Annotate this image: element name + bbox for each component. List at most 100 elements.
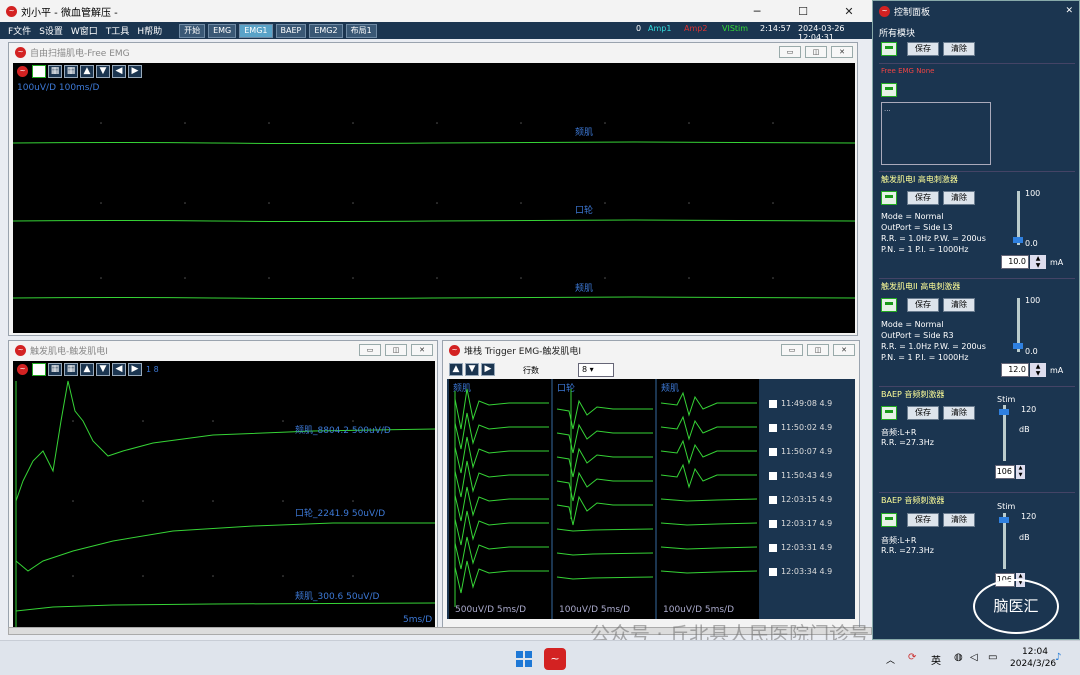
baep-button[interactable]: BAEP xyxy=(275,23,307,38)
app-taskbar-icon[interactable]: ~ xyxy=(544,648,566,670)
entry-checkbox[interactable] xyxy=(769,567,777,576)
stacked-emg-close-button[interactable]: ✕ xyxy=(833,344,855,356)
entry-value: 4.9 xyxy=(819,447,833,456)
show-hidden-icons-icon[interactable]: ︿ xyxy=(886,653,895,666)
sync-icon[interactable]: ⟳ xyxy=(908,652,916,663)
stim2-value-input[interactable]: 12.0 xyxy=(1001,363,1029,377)
menu-tools[interactable]: T工具 xyxy=(106,24,130,37)
baep2-clear-button[interactable]: 清除 xyxy=(943,513,975,527)
baep2-slider-thumb[interactable] xyxy=(999,517,1009,523)
maximize-button[interactable]: ☐ xyxy=(780,0,826,22)
stacked-emg-minimize-button[interactable]: ▭ xyxy=(781,344,803,356)
window-logo-icon: ~ xyxy=(15,344,26,356)
stim1-label: 触发肌电I 高电刺激器 xyxy=(881,175,958,184)
free-emg-traces xyxy=(13,122,855,299)
menu-settings[interactable]: S设置 xyxy=(39,24,63,37)
entry-checkbox[interactable] xyxy=(769,519,777,528)
free-emg-close-button[interactable]: ✕ xyxy=(831,46,853,58)
baep1-max: 120 xyxy=(1021,405,1037,414)
stack-column-3-scale: 100uV/D 5ms/D xyxy=(663,605,735,615)
stim1-clear-button[interactable]: 清除 xyxy=(943,191,975,205)
baep1-clear-button[interactable]: 清除 xyxy=(943,406,975,420)
baep1-indicator[interactable] xyxy=(881,406,897,420)
stim1-value-input[interactable]: 10.0 xyxy=(1001,255,1029,269)
entry-row[interactable]: 12:03:34 4.9 xyxy=(769,567,832,576)
up-arrow-icon[interactable]: ▲ xyxy=(449,363,463,376)
trigger-emg-channel-1: 颏肌_8804.2 500uV/D xyxy=(295,426,391,436)
down-arrow-icon[interactable]: ▼ xyxy=(465,363,479,376)
minimize-button[interactable]: ─ xyxy=(734,0,780,22)
stim1-save-button[interactable]: 保存 xyxy=(907,191,939,205)
clock-date[interactable]: 2024/3/26 xyxy=(1010,659,1056,669)
stim2-spinner-icon[interactable]: ▲ ▼ xyxy=(1030,363,1046,377)
globe-icon[interactable]: ◍ xyxy=(954,652,963,663)
entry-checkbox[interactable] xyxy=(769,495,777,504)
rows-select[interactable]: 8 ▾ xyxy=(578,363,614,377)
entry-value: 4.9 xyxy=(819,567,833,576)
entry-row[interactable]: 11:50:07 4.9 xyxy=(769,447,832,456)
windows-start-icon[interactable] xyxy=(516,651,532,667)
trigger-emg-restore-button[interactable]: ◫ xyxy=(385,344,407,356)
entry-checkbox[interactable] xyxy=(769,399,777,408)
stim1-slider-thumb[interactable] xyxy=(1013,237,1023,243)
entry-row[interactable]: 12:03:15 4.9 xyxy=(769,495,832,504)
all-save-button[interactable]: 保存 xyxy=(907,42,939,56)
stacked-emg-restore-button[interactable]: ◫ xyxy=(807,344,829,356)
baep1-spinner-icon[interactable]: ▲ ▼ xyxy=(1016,465,1025,479)
all-clear-button[interactable]: 清除 xyxy=(943,42,975,56)
entry-row[interactable]: 12:03:17 4.9 xyxy=(769,519,832,528)
free-emg-restore-button[interactable]: ◫ xyxy=(805,46,827,58)
battery-icon[interactable]: ▭ xyxy=(988,652,997,663)
trigger-emg-close-button[interactable]: ✕ xyxy=(411,344,433,356)
entry-row[interactable]: 11:50:02 4.9 xyxy=(769,423,832,432)
stim1-spinner-icon[interactable]: ▲ ▼ xyxy=(1030,255,1046,269)
control-panel-close-icon[interactable]: ✕ xyxy=(1065,6,1073,16)
free-emg-box: ... xyxy=(881,102,991,165)
free-emg-indicator[interactable] xyxy=(881,83,897,97)
right-arrow-icon[interactable]: ▶ xyxy=(481,363,495,376)
emg1-button[interactable]: EMG1 xyxy=(239,23,273,38)
stim2-save-button[interactable]: 保存 xyxy=(907,298,939,312)
trigger-emg-plot[interactable]: ~ ▦ ▦ ▲ ▼ ◀ ▶ 1 8 颏肌_8804.2 500uV/D 口轮_2… xyxy=(13,361,435,627)
entry-time: 11:50:43 xyxy=(781,471,817,480)
layout1-button[interactable]: 布局1 xyxy=(345,23,377,38)
notification-bell-icon[interactable]: ♪ xyxy=(1055,652,1061,663)
stim2-indicator[interactable] xyxy=(881,298,897,312)
emg2-button[interactable]: EMG2 xyxy=(309,23,343,38)
all-modules-indicator[interactable] xyxy=(881,42,897,56)
baep2-save-button[interactable]: 保存 xyxy=(907,513,939,527)
baep1-slider-thumb[interactable] xyxy=(999,409,1009,415)
stacked-emg-plot[interactable]: 颏肌 500uV/D 5ms/D 口轮 100uV/D 5ms/D 颊肌 100… xyxy=(447,379,855,619)
stim2-clear-button[interactable]: 清除 xyxy=(943,298,975,312)
entry-row[interactable]: 11:50:43 4.9 xyxy=(769,471,832,480)
entry-row[interactable]: 11:49:08 4.9 xyxy=(769,399,832,408)
entry-checkbox[interactable] xyxy=(769,447,777,456)
emg-button[interactable]: EMG xyxy=(208,23,237,38)
start-button[interactable]: 开始 xyxy=(179,23,206,38)
baep1-value-input[interactable]: 106 xyxy=(995,465,1015,479)
entry-row[interactable]: 12:03:31 4.9 xyxy=(769,543,832,552)
menu-window[interactable]: W窗口 xyxy=(71,24,98,37)
menu-file[interactable]: F文件 xyxy=(8,24,31,37)
entry-checkbox[interactable] xyxy=(769,471,777,480)
baep2-indicator[interactable] xyxy=(881,513,897,527)
free-emg-window: ~ 自由扫描肌电-Free EMG ▭ ◫ ✕ ~ ▦ ▦ ▲ ▼ ◀ ▶ 100u… xyxy=(8,42,858,336)
baep1-save-button[interactable]: 保存 xyxy=(907,406,939,420)
free-emg-channel-3: 颊肌 xyxy=(575,284,594,294)
close-button[interactable]: ✕ xyxy=(826,0,872,22)
entry-checkbox[interactable] xyxy=(769,423,777,432)
free-emg-minimize-button[interactable]: ▭ xyxy=(779,46,801,58)
entry-checkbox[interactable] xyxy=(769,543,777,552)
divider xyxy=(879,171,1075,172)
baep2-unit: dB xyxy=(1019,533,1030,542)
free-emg-plot[interactable]: ~ ▦ ▦ ▲ ▼ ◀ ▶ 100uV/D 100ms/D 颏肌 口轮 颊肌 xyxy=(13,63,855,333)
stim1-indicator[interactable] xyxy=(881,191,897,205)
trigger-emg-minimize-button[interactable]: ▭ xyxy=(359,344,381,356)
ime-indicator[interactable]: 英 xyxy=(931,652,941,667)
stim1-mode: Mode = Normal xyxy=(881,212,944,221)
stim1-outport: OutPort = Side L3 xyxy=(881,223,953,232)
volume-icon[interactable]: ◁ xyxy=(970,652,978,663)
clock-time[interactable]: 12:04 xyxy=(1022,647,1048,657)
stim2-slider-thumb[interactable] xyxy=(1013,343,1023,349)
menu-help[interactable]: H帮助 xyxy=(137,24,162,37)
